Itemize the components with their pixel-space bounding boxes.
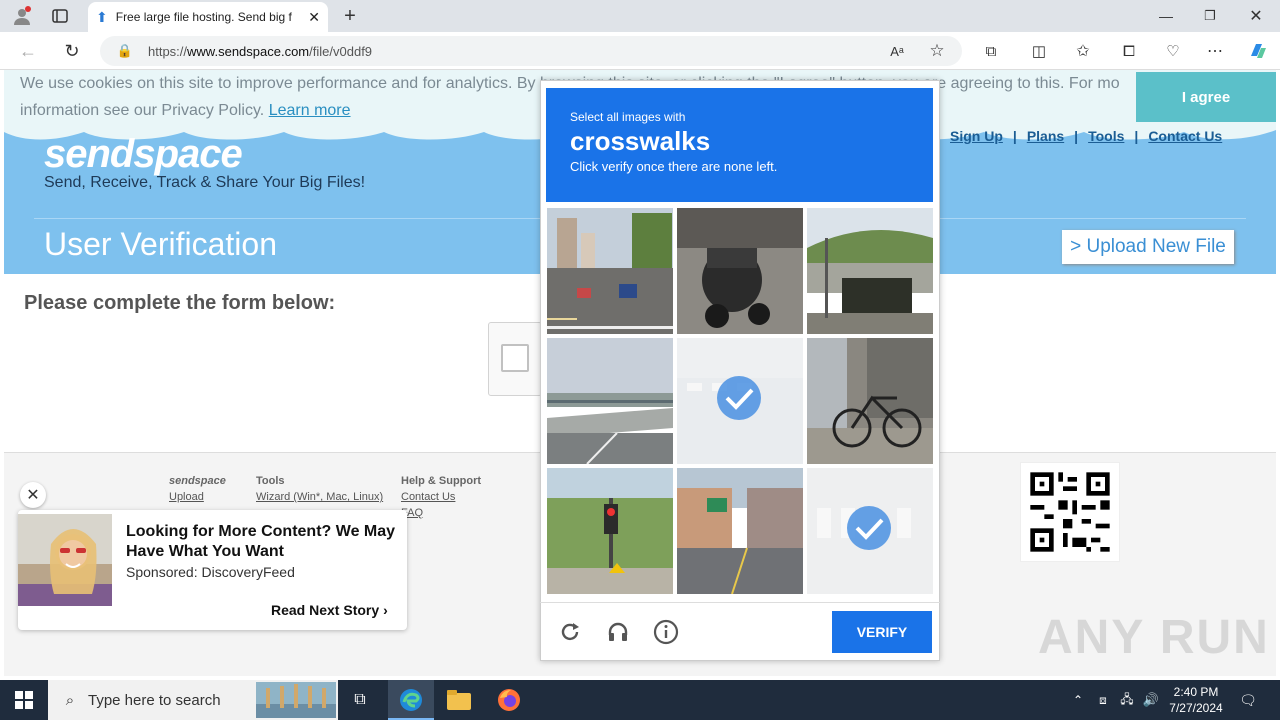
split-screen-icon[interactable]: ◫ bbox=[1028, 41, 1050, 61]
cookie-text-2: information see our Privacy Policy. bbox=[20, 102, 265, 119]
url-prefix: https:// bbox=[148, 43, 188, 59]
tray-device-icon[interactable]: ⧈ bbox=[1094, 690, 1112, 710]
read-next-story-link[interactable]: Read Next Story › bbox=[271, 602, 388, 618]
favorites-icon[interactable]: ✩ bbox=[1072, 41, 1094, 61]
learn-more-link[interactable]: Learn more bbox=[269, 102, 351, 119]
new-tab-icon[interactable]: + bbox=[338, 4, 362, 28]
profile-icon[interactable] bbox=[10, 4, 34, 28]
file-explorer-icon[interactable] bbox=[446, 688, 472, 712]
collections-icon[interactable]: ⧠ bbox=[1118, 41, 1140, 61]
edge-icon bbox=[400, 689, 422, 711]
qr-code-icon bbox=[1020, 462, 1120, 562]
selected-check-circle bbox=[847, 506, 891, 550]
captcha-tile-6[interactable] bbox=[807, 338, 933, 464]
back-icon[interactable]: ← bbox=[16, 40, 40, 62]
tab-favicon-icon: ⬆ bbox=[96, 8, 108, 25]
nav-tools[interactable]: Tools bbox=[1088, 128, 1124, 144]
captcha-tile-8[interactable] bbox=[677, 468, 803, 594]
refresh-icon[interactable]: ↻ bbox=[60, 40, 84, 62]
chevron-right-icon: › bbox=[383, 602, 388, 618]
footer-tools-title: Tools bbox=[256, 475, 285, 487]
close-tab-icon[interactable]: ✕ bbox=[308, 9, 320, 26]
captcha-tile-5[interactable] bbox=[677, 338, 803, 464]
tagline: Send, Receive, Track & Share Your Big Fi… bbox=[44, 174, 366, 191]
footer-wizard-link[interactable]: Wizard (Win*, Mac, Linux) bbox=[256, 491, 383, 503]
footer-help-title: Help & Support bbox=[401, 475, 482, 487]
verify-button[interactable]: VERIFY bbox=[832, 611, 932, 653]
audio-challenge-icon[interactable] bbox=[604, 618, 632, 646]
top-nav: Sign Up | Plans | Tools | Contact Us bbox=[950, 128, 1223, 144]
tab-actions-icon[interactable] bbox=[48, 6, 72, 26]
nav-contact-us[interactable]: Contact Us bbox=[1148, 128, 1222, 144]
captcha-header: Select all images with crosswalks Click … bbox=[546, 88, 933, 202]
ad-headline[interactable]: Looking for More Content? We May Have Wh… bbox=[126, 522, 396, 562]
captcha-tile-9[interactable] bbox=[807, 468, 933, 594]
captcha-checkbox[interactable] bbox=[501, 344, 529, 372]
footer-col-brand: sendspace Upload bbox=[169, 473, 226, 505]
read-aloud-icon[interactable]: Aᵃ bbox=[886, 42, 908, 60]
captcha-tile-3[interactable] bbox=[807, 208, 933, 334]
footer-col-help: Help & Support Contact Us FAQ bbox=[401, 473, 481, 521]
browser-tab[interactable]: ⬆ Free large file hosting. Send big f ✕ bbox=[88, 2, 328, 32]
page-title: User Verification bbox=[44, 226, 277, 262]
search-placeholder: Type here to search bbox=[88, 691, 221, 709]
firefox-icon[interactable] bbox=[496, 687, 522, 713]
taskbar-edge-button[interactable] bbox=[388, 680, 434, 720]
upload-new-file-button[interactable]: > Upload New File bbox=[1062, 230, 1234, 264]
selected-check-circle bbox=[717, 376, 761, 420]
windows-start-icon[interactable] bbox=[12, 688, 36, 712]
extensions-icon[interactable]: ⧉ bbox=[980, 41, 1002, 61]
restore-icon[interactable]: ❐ bbox=[1200, 6, 1220, 26]
lock-icon[interactable]: 🔒 bbox=[116, 42, 134, 60]
info-icon[interactable] bbox=[652, 618, 680, 646]
performance-icon[interactable]: ♡ bbox=[1162, 41, 1184, 61]
network-icon[interactable]: 🖧 bbox=[1118, 690, 1136, 710]
sponsored-ad[interactable]: Looking for More Content? We May Have Wh… bbox=[18, 510, 407, 630]
url-path: /file/v0ddf9 bbox=[309, 43, 373, 59]
search-icon: ⌕ bbox=[65, 691, 75, 709]
captcha-tile-7[interactable] bbox=[547, 468, 673, 594]
agree-button[interactable]: I agree bbox=[1136, 72, 1276, 122]
close-window-icon[interactable]: ✕ bbox=[1246, 6, 1266, 26]
watermark: ANY RUN bbox=[1038, 611, 1270, 664]
read-next-label: Read Next Story bbox=[271, 602, 380, 618]
ad-image bbox=[18, 514, 112, 606]
more-menu-icon[interactable]: ⋯ bbox=[1204, 41, 1226, 61]
favorite-star-icon[interactable]: ☆ bbox=[926, 41, 948, 61]
address-bar[interactable]: https://www.sendspace.com/file/v0ddf9 bbox=[100, 36, 962, 66]
captcha-tile-1[interactable] bbox=[547, 208, 673, 334]
nav-sign-up[interactable]: Sign Up bbox=[950, 128, 1003, 144]
captcha-instruction: Select all images with bbox=[570, 110, 686, 124]
search-highlight-image bbox=[256, 682, 336, 718]
clock-date: 7/27/2024 bbox=[1169, 701, 1223, 715]
footer-upload-link[interactable]: Upload bbox=[169, 491, 204, 503]
ad-sponsor: Sponsored: DiscoveryFeed bbox=[126, 564, 295, 580]
notifications-icon[interactable]: 🗨 bbox=[1238, 690, 1258, 710]
form-prompt: Please complete the form below: bbox=[24, 292, 336, 314]
close-ad-icon[interactable]: ✕ bbox=[20, 482, 46, 508]
task-view-icon[interactable]: ⧉ bbox=[348, 688, 372, 712]
footer-col-tools: Tools Wizard (Win*, Mac, Linux) bbox=[256, 473, 383, 505]
captcha-hint: Click verify once there are none left. bbox=[570, 159, 778, 174]
footer-brand: sendspace bbox=[169, 475, 226, 487]
taskbar-clock[interactable]: 2:40 PM 7/27/2024 bbox=[1166, 684, 1226, 716]
url-domain: www.sendspace.com bbox=[187, 43, 310, 59]
minimize-icon[interactable]: — bbox=[1156, 6, 1176, 26]
captcha-tile-4[interactable] bbox=[547, 338, 673, 464]
reload-icon[interactable] bbox=[556, 618, 584, 646]
captcha-tile-2[interactable] bbox=[677, 208, 803, 334]
copilot-icon[interactable] bbox=[1246, 40, 1270, 62]
footer-contact-link[interactable]: Contact Us bbox=[401, 491, 455, 503]
captcha-target: crosswalks bbox=[570, 126, 711, 156]
nav-plans[interactable]: Plans bbox=[1027, 128, 1064, 144]
clock-time: 2:40 PM bbox=[1173, 685, 1219, 699]
tray-chevron-up-icon[interactable]: ⌃ bbox=[1070, 690, 1086, 710]
volume-icon[interactable]: 🔊 bbox=[1142, 690, 1160, 710]
sendspace-logo[interactable]: sendspace bbox=[44, 132, 243, 177]
tab-title: Free large file hosting. Send big f bbox=[115, 10, 292, 24]
